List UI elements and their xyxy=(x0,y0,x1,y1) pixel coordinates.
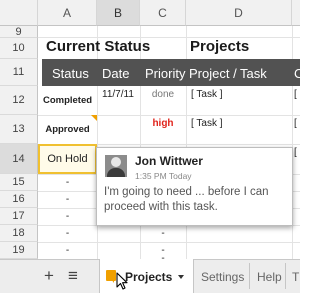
row-header-10[interactable]: 10 xyxy=(0,38,38,59)
tab-next[interactable]: T xyxy=(292,270,299,284)
row-header-16[interactable]: 16 xyxy=(0,191,38,208)
tab-settings[interactable]: Settings xyxy=(201,270,244,284)
comment-marker-icon[interactable] xyxy=(91,115,97,121)
tab-projects-label[interactable]: Projects xyxy=(125,270,172,284)
column-header-b[interactable]: B xyxy=(97,0,140,26)
projects-title: Projects xyxy=(190,38,250,55)
avatar xyxy=(105,155,127,177)
header-date: Date xyxy=(102,66,130,81)
extra-cell[interactable]: [ xyxy=(294,86,297,102)
task-cell[interactable]: [ Task ] xyxy=(191,115,223,131)
column-header-c[interactable]: C xyxy=(140,0,186,26)
empty-status-dash[interactable]: - xyxy=(38,191,97,208)
sheet-list-icon[interactable]: ≡ xyxy=(68,266,78,286)
row-header-15[interactable]: 15 xyxy=(0,174,38,191)
chevron-down-icon[interactable] xyxy=(178,275,184,279)
empty-priority-dash[interactable]: - xyxy=(140,225,186,242)
comment-author: Jon Wittwer xyxy=(135,154,203,168)
row-header-9[interactable]: 9 xyxy=(0,26,38,38)
tab-separator xyxy=(285,263,286,289)
priority-cell[interactable]: done xyxy=(140,86,186,102)
header-extra: C xyxy=(294,66,304,81)
column-header-e[interactable] xyxy=(292,0,300,26)
status-cell[interactable]: On Hold xyxy=(38,144,97,174)
tab-separator xyxy=(249,263,250,289)
empty-status-dash[interactable]: - xyxy=(38,242,97,259)
status-cell[interactable]: Approved xyxy=(38,115,97,144)
comment-timestamp: 1:35 PM Today xyxy=(135,171,192,181)
column-header-a[interactable]: A xyxy=(38,0,97,26)
comment-popup[interactable]: Jon Wittwer 1:35 PM Today I'm going to n… xyxy=(96,147,293,226)
header-priority: Priority xyxy=(145,66,186,81)
task-cell[interactable]: [ Task ] xyxy=(191,86,223,102)
row-header-18[interactable]: 18 xyxy=(0,225,38,242)
row-header-14[interactable]: 14 xyxy=(0,144,38,174)
row-header-19[interactable]: 19 xyxy=(0,242,38,259)
row-header-12[interactable]: 12 xyxy=(0,86,38,115)
priority-cell[interactable]: high xyxy=(140,115,186,131)
current-status-title: Current Status xyxy=(46,38,151,55)
avatar-body xyxy=(107,168,125,177)
header-project-task: Project / Task xyxy=(189,66,267,81)
select-all-corner[interactable] xyxy=(0,0,38,26)
comment-text: I'm going to need ... before I can proce… xyxy=(104,186,269,213)
extra-cell[interactable]: [ xyxy=(294,115,297,131)
add-sheet-icon[interactable]: + xyxy=(44,266,54,286)
tab-help[interactable]: Help xyxy=(257,270,282,284)
empty-status-dash[interactable]: - xyxy=(38,208,97,225)
status-cell[interactable]: Completed xyxy=(38,86,97,115)
empty-status-dash[interactable]: - xyxy=(38,174,97,191)
mouse-cursor-icon xyxy=(116,272,128,290)
avatar-head xyxy=(111,157,121,167)
row-header-17[interactable]: 17 xyxy=(0,208,38,225)
empty-status-dash[interactable]: - xyxy=(38,225,97,242)
date-cell[interactable]: 11/7/11 xyxy=(102,86,134,102)
header-status: Status xyxy=(52,66,89,81)
column-header-d[interactable]: D xyxy=(186,0,292,26)
row-header-13[interactable]: 13 xyxy=(0,115,38,144)
row-header-11[interactable]: 11 xyxy=(0,59,38,86)
extra-cell[interactable]: [ xyxy=(294,144,297,160)
comment-flag-tail xyxy=(111,279,114,283)
